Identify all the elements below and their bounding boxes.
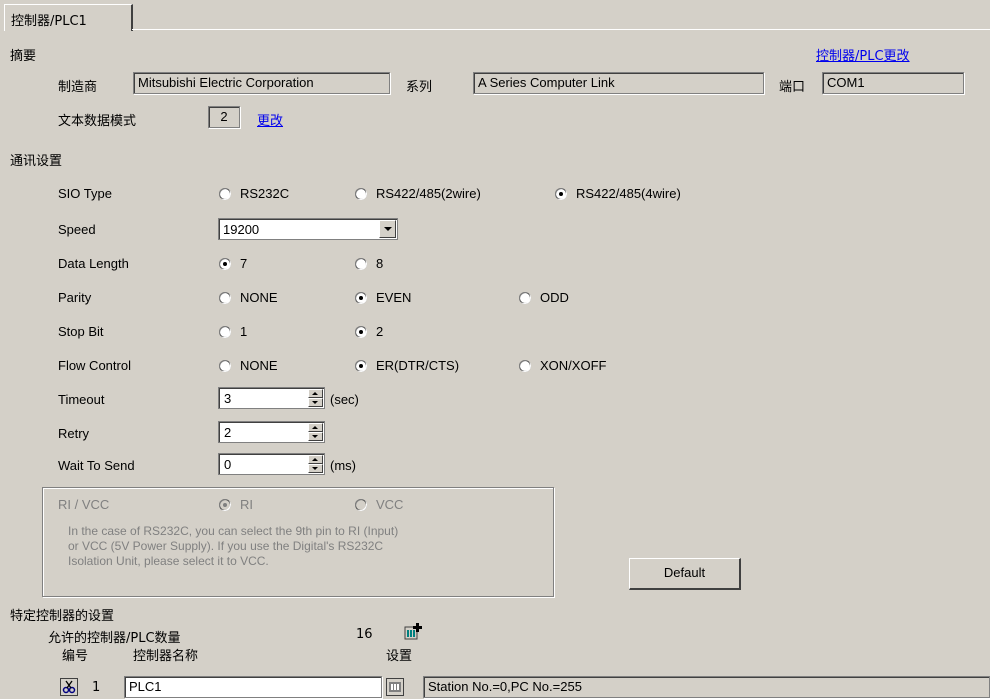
parity-even-label: EVEN — [376, 290, 412, 305]
spin-down-icon[interactable] — [308, 464, 323, 473]
series-label: 系列 — [406, 80, 433, 95]
rivcc-label: RI / VCC — [58, 497, 110, 512]
retry-value: 2 — [224, 425, 232, 440]
col-settings-header: 设置 — [386, 649, 413, 664]
controller-name-field[interactable]: PLC1 — [124, 676, 382, 698]
rivcc-note-line1: In the case of RS232C, you can select th… — [68, 524, 399, 538]
parity-label: Parity — [58, 290, 92, 305]
flow-er-radio[interactable] — [355, 360, 367, 372]
flow-xon-radio[interactable] — [519, 360, 531, 372]
wait-to-send-unit: (ms) — [330, 458, 356, 473]
timeout-stepper[interactable]: 3 — [218, 387, 325, 409]
series-field: A Series Computer Link — [473, 72, 764, 94]
add-controller-icon[interactable] — [404, 622, 422, 640]
port-label: 端口 — [779, 80, 806, 95]
speed-value: 19200 — [223, 222, 260, 237]
flow-none-radio[interactable] — [219, 360, 231, 372]
sio-rs422-4wire-radio[interactable] — [555, 188, 567, 200]
text-mode-field: 2 — [208, 106, 240, 128]
summary-heading: 摘要 — [10, 49, 37, 64]
controller-change-link[interactable]: 控制器/PLC更改 — [816, 45, 910, 64]
spin-down-icon[interactable] — [308, 398, 323, 407]
flow-none-label: NONE — [240, 358, 278, 373]
settings-icon[interactable] — [386, 678, 404, 696]
spin-up-icon[interactable] — [308, 389, 323, 398]
timeout-label: Timeout — [58, 392, 105, 407]
delete-controller-icon[interactable] — [60, 678, 78, 696]
stop-bit-label: Stop Bit — [58, 324, 104, 339]
spin-up-icon[interactable] — [308, 423, 323, 432]
stop-bit-2-radio[interactable] — [355, 326, 367, 338]
text-mode-label: 文本数据模式 — [58, 114, 137, 129]
tab-bar: 控制器/PLC1 — [0, 0, 990, 31]
wait-to-send-value: 0 — [224, 457, 232, 472]
allowed-count-label: 允许的控制器/PLC数量 — [48, 631, 181, 646]
specific-heading: 特定控制器的设置 — [10, 609, 115, 624]
wait-to-send-stepper[interactable]: 0 — [218, 453, 325, 475]
rivcc-ri-radio — [219, 499, 231, 511]
chevron-down-icon[interactable] — [379, 220, 396, 238]
sio-rs422-2wire-label: RS422/485(2wire) — [376, 186, 481, 201]
row-number: 1 — [92, 680, 101, 695]
tab-label: 控制器/PLC1 — [11, 14, 87, 29]
sio-type-label: SIO Type — [58, 186, 112, 201]
comm-heading: 通讯设置 — [10, 154, 63, 169]
data-length-7-radio[interactable] — [219, 258, 231, 270]
rivcc-note-line2: or VCC (5V Power Supply). If you use the… — [68, 539, 384, 553]
rivcc-ri-label: RI — [240, 497, 253, 512]
flow-er-label: ER(DTR/CTS) — [376, 358, 460, 373]
sio-rs422-2wire-radio[interactable] — [355, 188, 367, 200]
port-field: COM1 — [822, 72, 964, 94]
spin-down-icon[interactable] — [308, 432, 323, 441]
data-length-7-label: 7 — [240, 256, 248, 271]
wait-to-send-label: Wait To Send — [58, 458, 135, 473]
manufacturer-label: 制造商 — [58, 80, 98, 95]
speed-label: Speed — [58, 222, 96, 237]
data-length-8-label: 8 — [376, 256, 384, 271]
stop-bit-1-radio[interactable] — [219, 326, 231, 338]
timeout-value: 3 — [224, 391, 232, 406]
retry-stepper[interactable]: 2 — [218, 421, 325, 443]
parity-odd-label: ODD — [540, 290, 569, 305]
manufacturer-field: Mitsubishi Electric Corporation — [133, 72, 390, 94]
col-number-header: 编号 — [62, 649, 89, 664]
rivcc-vcc-label: VCC — [376, 497, 404, 512]
col-name-header: 控制器名称 — [133, 649, 199, 664]
allowed-count-value: 16 — [356, 627, 373, 642]
controller-settings-field: Station No.=0,PC No.=255 — [423, 676, 990, 698]
rivcc-vcc-radio — [355, 499, 367, 511]
timeout-unit: (sec) — [330, 392, 359, 407]
stop-bit-1-label: 1 — [240, 324, 248, 339]
spin-up-icon[interactable] — [308, 455, 323, 464]
sio-rs422-4wire-label: RS422/485(4wire) — [576, 186, 681, 201]
default-button[interactable]: Default — [629, 558, 741, 590]
parity-none-label: NONE — [240, 290, 278, 305]
sio-rs232c-label: RS232C — [240, 186, 290, 201]
flow-xon-label: XON/XOFF — [540, 358, 607, 373]
sio-rs232c-radio[interactable] — [219, 188, 231, 200]
stop-bit-2-label: 2 — [376, 324, 384, 339]
parity-none-radio[interactable] — [219, 292, 231, 304]
rivcc-note-line3: Isolation Unit, please select it to VCC. — [68, 554, 269, 568]
tab-divider — [132, 29, 990, 30]
tab-plc1[interactable]: 控制器/PLC1 — [4, 4, 133, 31]
data-length-8-radio[interactable] — [355, 258, 367, 270]
text-mode-change-link[interactable]: 更改 — [257, 110, 283, 129]
parity-even-radio[interactable] — [355, 292, 367, 304]
data-length-label: Data Length — [58, 256, 129, 271]
speed-select[interactable]: 19200 — [218, 218, 398, 240]
flow-control-label: Flow Control — [58, 358, 131, 373]
retry-label: Retry — [58, 426, 90, 441]
parity-odd-radio[interactable] — [519, 292, 531, 304]
